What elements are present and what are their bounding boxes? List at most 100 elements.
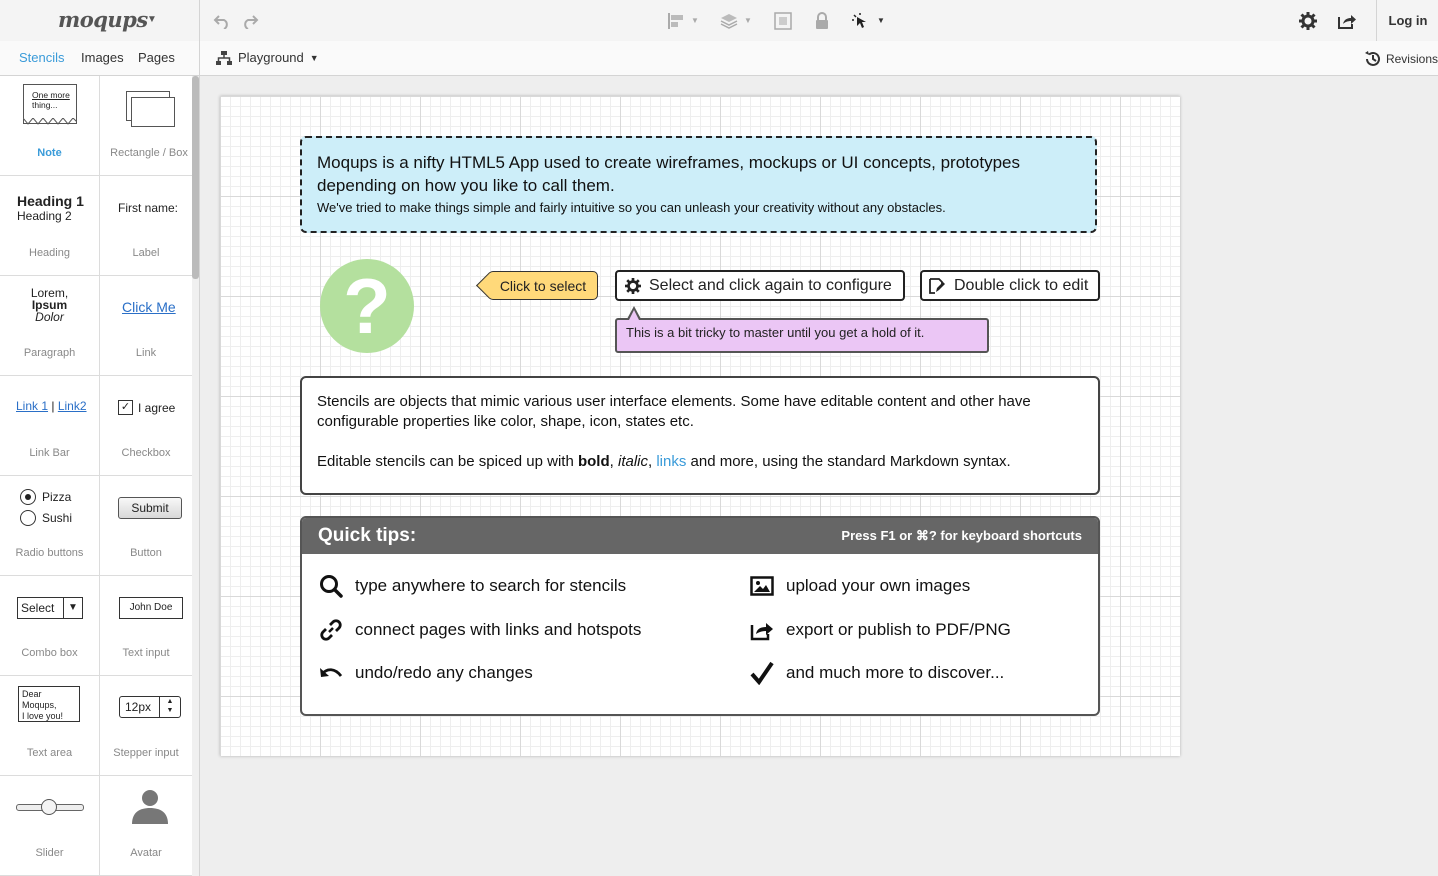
info-italic: italic bbox=[617, 453, 648, 470]
linkbar-link1: Link 1 bbox=[16, 399, 49, 413]
tip-text: export or publish to PDF/PNG bbox=[786, 620, 1011, 639]
align-caret-icon[interactable]: ▼ bbox=[691, 16, 699, 25]
keyboard-shortcut-hint: Press F1 or ⌘? for keyboard shortcuts bbox=[841, 528, 1082, 543]
undo-icon bbox=[318, 660, 344, 686]
quick-tips-panel[interactable]: Quick tips: Press F1 or ⌘? for keyboard … bbox=[300, 516, 1100, 716]
select-configure-button[interactable]: Select and click again to configure bbox=[615, 270, 905, 301]
login-button[interactable]: Log in bbox=[1376, 0, 1438, 41]
lock-icon[interactable] bbox=[812, 11, 832, 31]
stencil-slider[interactable]: Slider bbox=[0, 776, 100, 876]
stencil-caption: Combo box bbox=[21, 647, 78, 659]
info-bold: bold bbox=[577, 453, 610, 470]
info-text-box[interactable]: Stencils are objects that mimic various … bbox=[300, 376, 1100, 495]
quick-tips-title: Quick tips: bbox=[318, 525, 417, 546]
info-text-post: and more, using the standard Markdown sy… bbox=[686, 453, 1011, 470]
top-toolbar: moqups ▼ ▼ ▼ ▼ Log in bbox=[0, 0, 1438, 42]
stencil-caption: Link Bar bbox=[29, 447, 70, 459]
radio-option1: Pizza bbox=[42, 490, 72, 504]
stencil-caption: Link bbox=[135, 347, 157, 359]
edit-icon bbox=[929, 277, 945, 294]
stencil-caption: Button bbox=[130, 547, 162, 559]
tab-stencils[interactable]: Stencils bbox=[19, 50, 65, 65]
info-comma: , bbox=[609, 453, 618, 470]
tip-item: type anywhere to search for stencils bbox=[318, 573, 626, 599]
text-input-preview: John Doe bbox=[119, 597, 183, 619]
group-icon[interactable] bbox=[773, 11, 793, 31]
linkbar-link2: Link2 bbox=[57, 399, 87, 413]
intro-note-box[interactable]: Moqups is a nifty HTML5 App used to crea… bbox=[300, 136, 1097, 233]
stepper-value: 12px bbox=[125, 700, 152, 714]
rectangle-front-preview bbox=[131, 97, 175, 127]
gear-icon bbox=[625, 277, 641, 294]
search-icon bbox=[318, 573, 344, 599]
stencil-label[interactable]: First name: Label bbox=[100, 176, 192, 276]
stencil-link[interactable]: Click Me Link bbox=[100, 276, 192, 376]
link-preview: Click Me bbox=[122, 299, 176, 315]
stencil-stepper-input[interactable]: 12px ▲ ▼ Stepper input bbox=[100, 676, 192, 776]
info-text-pre: Editable stencils can be spiced up with bbox=[317, 453, 578, 470]
stencil-note[interactable]: One more thing... Note bbox=[0, 76, 100, 176]
stencil-checkbox[interactable]: ✓ I agree Checkbox bbox=[100, 376, 192, 476]
double-click-edit-label: Double click to edit bbox=[954, 276, 1089, 294]
interaction-icon[interactable] bbox=[850, 11, 870, 31]
stencil-rectangle[interactable]: Rectangle / Box bbox=[100, 76, 192, 176]
radio-unselected-icon bbox=[20, 510, 36, 526]
question-mark-icon[interactable]: ? bbox=[320, 259, 414, 353]
checkbox-checked-icon: ✓ bbox=[118, 400, 133, 415]
app-logo[interactable]: moqups bbox=[58, 7, 148, 32]
layers-caret-icon[interactable]: ▼ bbox=[744, 16, 752, 25]
stencil-caption: Note bbox=[37, 147, 62, 159]
note-text-line1: One more bbox=[32, 90, 70, 100]
tab-pages[interactable]: Pages bbox=[138, 50, 175, 65]
logo-menu-caret-icon[interactable]: ▼ bbox=[147, 14, 157, 25]
note-text-line2: thing... bbox=[32, 100, 58, 110]
stencil-caption: Label bbox=[132, 247, 160, 259]
checkbox-label: I agree bbox=[138, 401, 176, 415]
interaction-caret-icon[interactable]: ▼ bbox=[877, 16, 885, 25]
align-icon[interactable] bbox=[666, 11, 686, 31]
info-paragraph-2: Editable stencils can be spiced up with … bbox=[317, 452, 1083, 472]
tip-text: undo/redo any changes bbox=[355, 663, 533, 682]
sidebar-scrollbar-thumb[interactable] bbox=[192, 76, 199, 279]
stencil-paragraph[interactable]: Lorem, Ipsum Dolor Paragraph bbox=[0, 276, 100, 376]
secondary-toolbar: Stencils Images Pages Playground ▼ Revis… bbox=[0, 41, 1438, 76]
double-click-edit-button[interactable]: Double click to edit bbox=[920, 270, 1100, 301]
stencil-text-input[interactable]: John Doe Text input bbox=[100, 576, 192, 676]
stencil-panel: One more thing... Note Rectangle / Box H… bbox=[0, 76, 200, 876]
stencil-button[interactable]: Submit Button bbox=[100, 476, 192, 576]
design-canvas[interactable]: Moqups is a nifty HTML5 App used to crea… bbox=[220, 96, 1180, 756]
redo-icon[interactable] bbox=[240, 11, 260, 31]
stencil-link-bar[interactable]: Link 1 | Link2 Link Bar bbox=[0, 376, 100, 476]
tooltip-arrow-fill bbox=[629, 310, 639, 320]
linkbar-separator: | bbox=[51, 399, 55, 413]
radio-selected-icon bbox=[20, 489, 36, 505]
share-icon[interactable] bbox=[1337, 11, 1357, 31]
stencil-heading[interactable]: Heading 1 Heading 2 Heading bbox=[0, 176, 100, 276]
combo-value: Select bbox=[21, 601, 55, 615]
stencil-radio-buttons[interactable]: Pizza Sushi Radio buttons bbox=[0, 476, 100, 576]
stencil-text-area[interactable]: Dear Moqups, I love you! Text area bbox=[0, 676, 100, 776]
tooltip-callout[interactable]: This is a bit tricky to master until you… bbox=[615, 318, 989, 353]
revisions-button[interactable]: Revisions bbox=[1364, 50, 1438, 68]
click-to-select-tag[interactable]: Click to select bbox=[488, 271, 598, 300]
text-area-preview: Dear Moqups, I love you! bbox=[18, 686, 80, 722]
settings-icon[interactable] bbox=[1298, 11, 1318, 31]
stencil-avatar[interactable]: Avatar bbox=[100, 776, 192, 876]
undo-icon[interactable] bbox=[212, 11, 232, 31]
history-icon bbox=[1364, 51, 1380, 66]
stepper-preview: 12px ▲ ▼ bbox=[119, 696, 181, 718]
chevron-down-icon: ▼ bbox=[309, 52, 319, 63]
stencil-caption: Text area bbox=[26, 747, 73, 759]
export-icon bbox=[749, 617, 775, 643]
layers-icon[interactable] bbox=[719, 11, 739, 31]
chevron-down-icon: ▼ bbox=[63, 598, 82, 618]
tab-images[interactable]: Images bbox=[81, 50, 124, 65]
note-torn-edge bbox=[23, 118, 77, 125]
toolbar-divider bbox=[199, 0, 200, 41]
intro-headline: Moqups is a nifty HTML5 App used to crea… bbox=[317, 153, 1020, 195]
heading1-preview: Heading 1 bbox=[17, 193, 84, 209]
info-link[interactable]: links bbox=[656, 453, 686, 470]
stencil-combo-box[interactable]: Select ▼ Combo box bbox=[0, 576, 100, 676]
stencil-caption: Paragraph bbox=[23, 347, 76, 359]
page-selector[interactable]: Playground ▼ bbox=[216, 50, 319, 65]
